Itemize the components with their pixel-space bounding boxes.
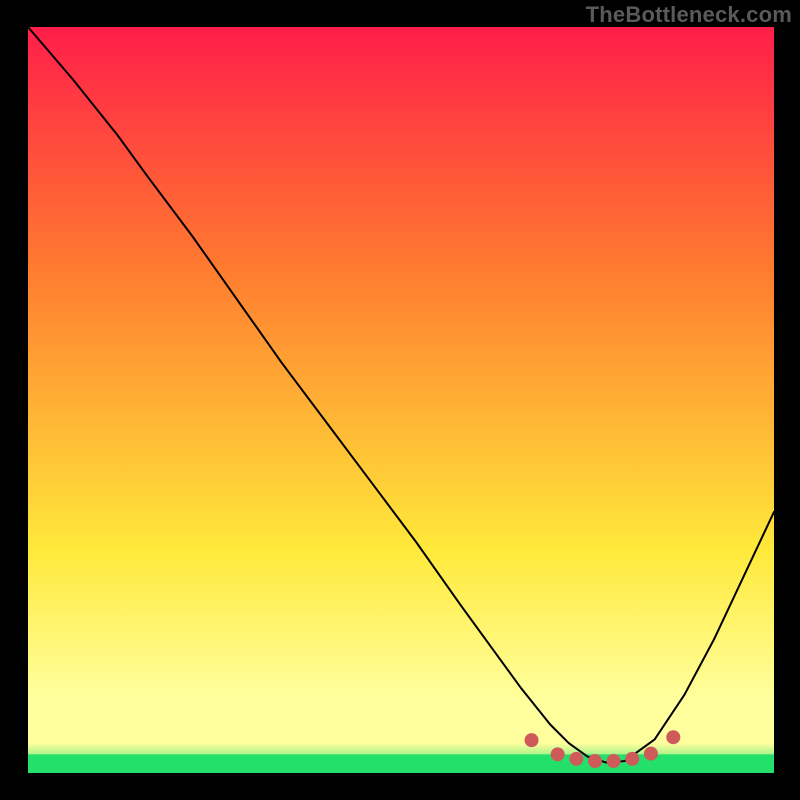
chart-svg <box>28 27 774 773</box>
green-band <box>28 754 774 773</box>
trough-marker <box>569 752 583 766</box>
trough-marker <box>551 747 565 761</box>
watermark-text: TheBottleneck.com <box>586 2 792 28</box>
trough-marker <box>607 754 621 768</box>
trough-marker <box>525 733 539 747</box>
plot-area <box>27 27 775 773</box>
trough-marker <box>625 752 639 766</box>
trough-marker <box>666 730 680 744</box>
trough-marker <box>588 754 602 768</box>
trough-marker <box>644 747 658 761</box>
gradient-background <box>28 27 774 773</box>
chart-frame: TheBottleneck.com <box>0 0 800 800</box>
